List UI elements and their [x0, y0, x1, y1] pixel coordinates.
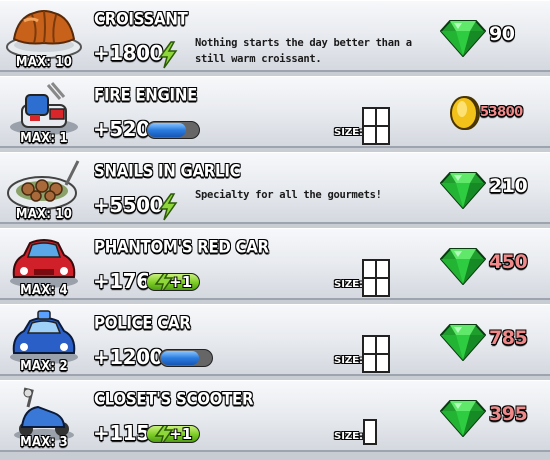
price-label: 210 — [489, 175, 528, 197]
shop-item-row[interactable]: MAX: 3 CLOSET'S SCOOTER +115 +1 SIZE: 395 — [0, 380, 550, 452]
max-count-label: MAX: 3 — [20, 435, 68, 450]
price-label: 785 — [489, 327, 528, 349]
item-value: +176 — [93, 269, 150, 293]
shop-item-row[interactable]: MAX: 1 FIRE ENGINE +520 SIZE: 53800 — [0, 76, 550, 148]
size-label: SIZE: — [334, 127, 364, 138]
gold-coin-icon — [444, 93, 484, 137]
item-name: PHANTOM'S RED CAR — [94, 237, 269, 257]
max-count-label: MAX: 10 — [15, 55, 73, 70]
item-name: POLICE CAR — [94, 313, 191, 333]
size-grid-icon — [362, 259, 390, 301]
shop-item-row[interactable]: MAX: 4 PHANTOM'S RED CAR +176 +1 SIZE: 450 — [0, 228, 550, 300]
gem-icon — [439, 321, 487, 365]
item-name: SNAILS IN GARLIC — [94, 161, 241, 181]
gem-icon — [439, 169, 487, 213]
price-label: 450 — [489, 251, 528, 273]
max-count-label: MAX: 4 — [20, 283, 68, 298]
bonus-label: +1 — [169, 425, 193, 443]
item-description: Specialty for all the gourmets! — [195, 189, 382, 201]
size-grid-icon — [362, 335, 390, 377]
price-label: 90 — [489, 23, 515, 45]
item-name: CLOSET'S SCOOTER — [94, 389, 254, 409]
item-value: +1800 — [93, 41, 163, 65]
bonus-label: +1 — [169, 273, 193, 291]
item-description: Nothing starts the day better than a sti… — [195, 37, 412, 65]
size-label: SIZE: — [334, 431, 364, 442]
shop-item-row[interactable]: MAX: 10 SNAILS IN GARLIC +5500 Specialty f… — [0, 152, 550, 224]
item-value: +1200 — [93, 345, 163, 369]
item-value: +5500 — [93, 193, 163, 217]
energy-bolt-icon — [157, 193, 179, 225]
gem-icon — [439, 397, 487, 441]
item-value: +520 — [93, 117, 150, 141]
energy-bar — [158, 349, 213, 367]
energy-bar — [146, 121, 201, 139]
gem-icon — [439, 245, 487, 289]
price-label: 395 — [489, 403, 528, 425]
gem-icon — [439, 17, 487, 61]
shop-item-row[interactable]: MAX: 2 POLICE CAR +1200 SIZE: 785 — [0, 304, 550, 376]
energy-bolt-icon — [157, 41, 179, 73]
item-value: +115 — [93, 421, 150, 445]
energy-bonus-bar: +1 — [146, 273, 201, 291]
max-count-label: MAX: 2 — [20, 359, 68, 374]
max-count-label: MAX: 10 — [15, 207, 73, 222]
item-name: CROISSANT — [94, 9, 188, 29]
shop-item-row[interactable]: MAX: 10 CROISSANT +1800 Nothing starts the… — [0, 0, 550, 72]
size-label: SIZE: — [334, 279, 364, 290]
item-name: FIRE ENGINE — [94, 85, 198, 105]
energy-bonus-bar: +1 — [146, 425, 201, 443]
size-grid-icon — [362, 419, 378, 449]
size-grid-icon — [362, 107, 390, 149]
price-label: 53800 — [480, 105, 523, 120]
size-label: SIZE: — [334, 355, 364, 366]
shop-item-list: MAX: 10 CROISSANT +1800 Nothing starts the… — [0, 0, 550, 460]
max-count-label: MAX: 1 — [20, 131, 68, 146]
